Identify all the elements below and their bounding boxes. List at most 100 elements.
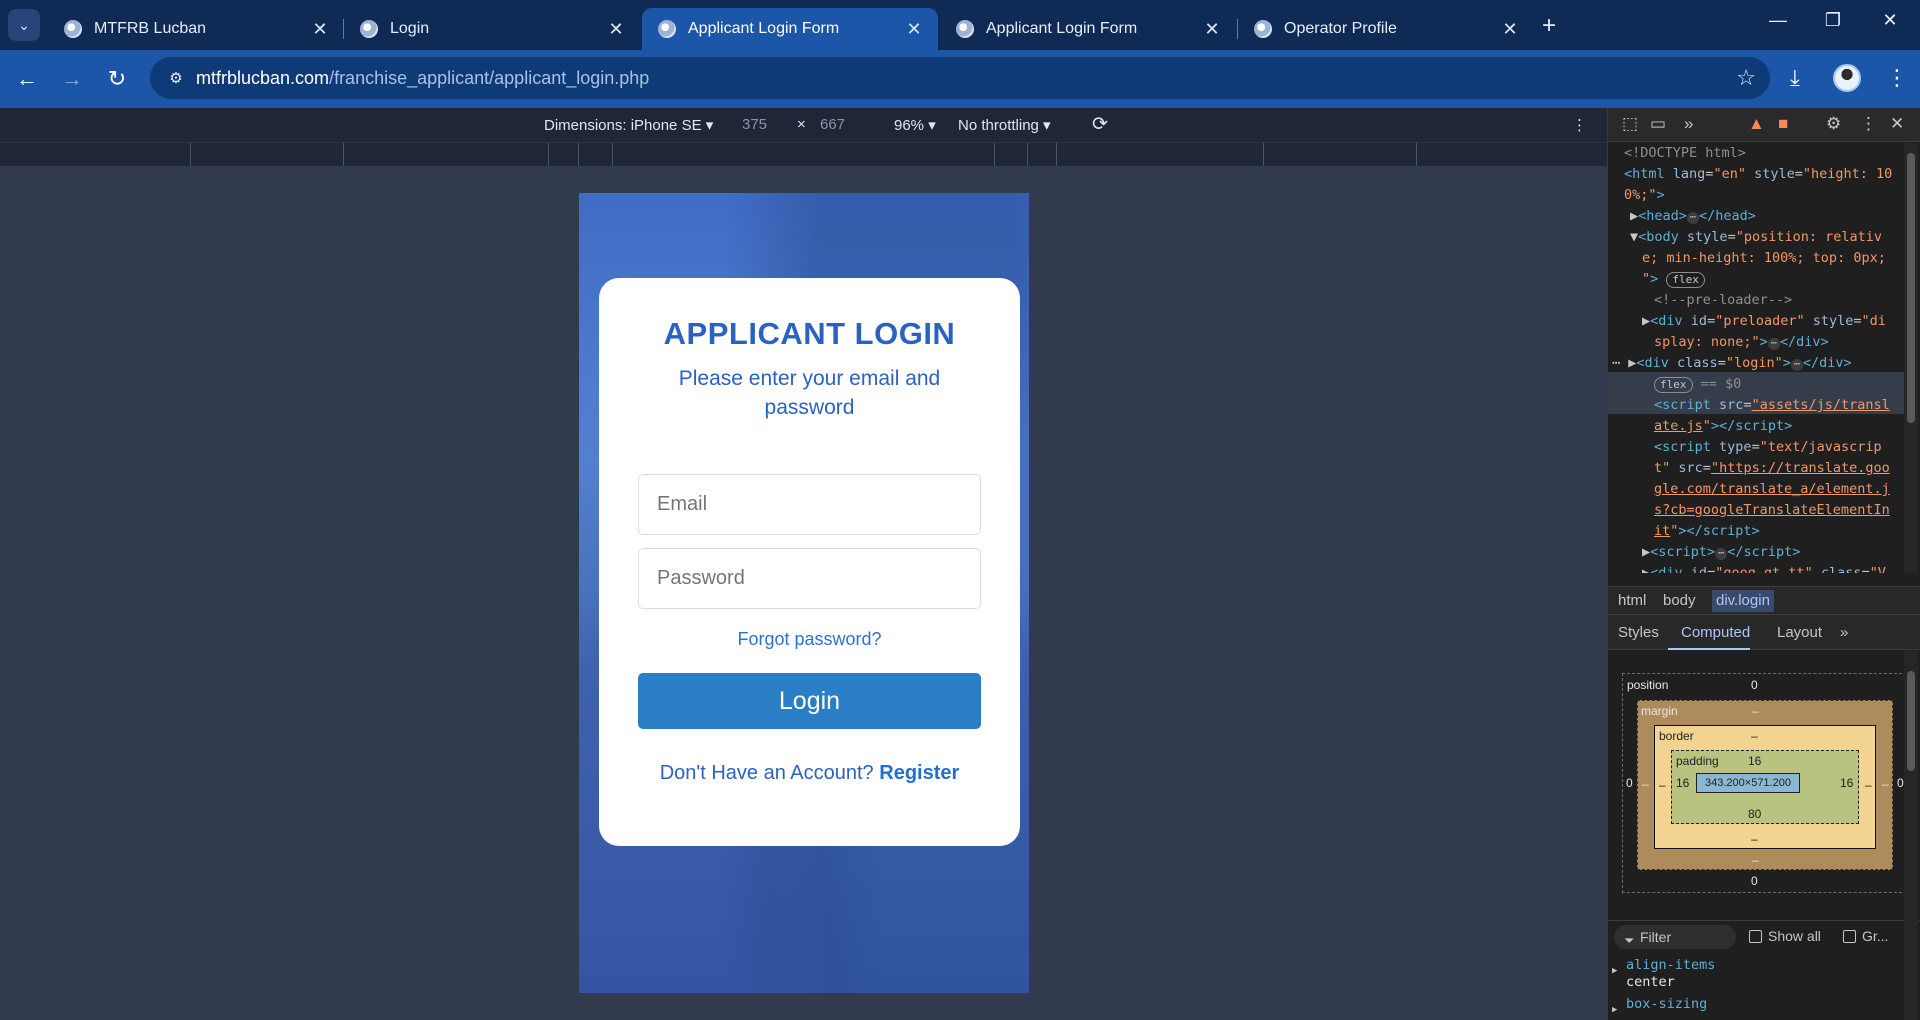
more-tabs-icon[interactable]: »: [1840, 624, 1848, 641]
padding-box: padding 16 80 16 16 343.200×571.200: [1671, 750, 1859, 824]
filter-funnel-icon: ⏷: [1624, 933, 1635, 948]
ruler-tick: [548, 143, 549, 167]
more-panels-icon[interactable]: »: [1684, 114, 1693, 134]
dom-line: <!DOCTYPE html>: [1624, 145, 1746, 161]
expand-triangle-icon[interactable]: ▶: [1612, 963, 1617, 980]
show-all-checkbox[interactable]: [1749, 930, 1762, 943]
tab-operator-profile[interactable]: Operator Profile ✕: [1238, 8, 1534, 50]
issues-icon[interactable]: ■: [1778, 114, 1788, 134]
tab-styles[interactable]: Styles: [1618, 624, 1659, 641]
close-tab-icon[interactable]: ✕: [602, 19, 630, 40]
device-height-input[interactable]: 667: [820, 116, 845, 133]
dom-line[interactable]: ▶<script> ⋯ </script>: [1642, 542, 1800, 563]
rotate-icon[interactable]: ⟳: [1092, 113, 1108, 136]
show-all-label: Show all: [1768, 928, 1821, 944]
ruler-tick: [1056, 143, 1057, 167]
tab-computed[interactable]: Computed: [1681, 624, 1750, 641]
margin-left: –: [1642, 777, 1649, 791]
group-checkbox[interactable]: [1843, 930, 1856, 943]
dom-line[interactable]: ▶<div id="goog-gt-tt" class="V: [1642, 563, 1886, 573]
devtools-menu-icon[interactable]: ⋮: [1860, 114, 1877, 134]
login-button[interactable]: Login: [638, 673, 981, 729]
scrollbar-thumb[interactable]: [1907, 153, 1915, 423]
padding-top: 16: [1748, 754, 1762, 768]
restore-icon[interactable]: ❐: [1813, 10, 1853, 31]
close-tab-icon[interactable]: ✕: [1198, 19, 1226, 40]
device-more-icon[interactable]: ⋮: [1572, 116, 1587, 134]
computed-prop-name[interactable]: align-items: [1626, 957, 1715, 974]
tab-login[interactable]: Login ✕: [344, 8, 640, 50]
dom-line[interactable]: <html lang="en" style="height: 10: [1624, 164, 1892, 185]
tab-title: Operator Profile: [1284, 20, 1397, 37]
device-select[interactable]: Dimensions: iPhone SE ▾: [544, 116, 713, 134]
breadcrumb-div-login[interactable]: div.login: [1712, 590, 1774, 612]
ruler-tick: [612, 143, 613, 167]
url-text[interactable]: mtfrblucban.com/franchise_applicant/appl…: [196, 68, 649, 89]
bookmark-star-icon[interactable]: ☆: [1736, 65, 1756, 91]
device-emulation-toolbar: Dimensions: iPhone SE ▾ 375 × 667 96% ▾ …: [0, 108, 1607, 142]
reload-icon[interactable]: ↻: [102, 64, 132, 94]
forgot-password-link[interactable]: Forgot password?: [599, 629, 1020, 650]
close-devtools-icon[interactable]: ✕: [1890, 114, 1904, 134]
device-toggle-icon[interactable]: ▭: [1650, 114, 1666, 134]
browser-tab-strip: ⌄ MTFRB Lucban ✕ Login ✕ Applicant Login…: [0, 0, 1920, 50]
dom-line: flex == $0: [1654, 374, 1741, 395]
minimize-icon[interactable]: —: [1758, 10, 1798, 31]
close-tab-icon[interactable]: ✕: [1496, 19, 1524, 40]
email-field[interactable]: [638, 474, 981, 535]
warning-icon[interactable]: ▲: [1748, 114, 1765, 134]
ruler-tick: [578, 143, 579, 167]
back-arrow-icon[interactable]: ←: [12, 64, 42, 94]
new-tab-plus-icon[interactable]: +: [1542, 12, 1556, 40]
close-tab-icon[interactable]: ✕: [306, 19, 334, 40]
tab-layout[interactable]: Layout: [1777, 624, 1822, 641]
close-window-icon[interactable]: ✕: [1870, 10, 1910, 31]
breadcrumb-body[interactable]: body: [1663, 592, 1696, 609]
dom-tree[interactable]: <!DOCTYPE html> <html lang="en" style="h…: [1608, 143, 1904, 573]
profile-avatar[interactable]: [1833, 64, 1861, 92]
dom-line[interactable]: ▶<div id="preloader" style="di: [1642, 311, 1886, 332]
more-menu-icon[interactable]: ⋮: [1886, 65, 1908, 91]
dom-line-selected[interactable]: ⋯ ▶<div class="login"> ⋯ </div>: [1612, 353, 1852, 374]
position-label: position: [1627, 678, 1669, 692]
settings-gear-icon[interactable]: ⚙: [1826, 114, 1841, 134]
computed-properties-list: ▶ align-items center ▶ box-sizing: [1608, 953, 1920, 1020]
forward-arrow-icon[interactable]: →: [57, 64, 87, 94]
element-breadcrumb: html body div.login: [1608, 586, 1920, 614]
tab-mtfrb-lucban[interactable]: MTFRB Lucban ✕: [48, 8, 344, 50]
dom-line: splay: none;"> ⋯ </div>: [1654, 334, 1829, 350]
margin-box: margin – – – – border – – – – padding 16…: [1637, 700, 1893, 870]
page-title: APPLICANT LOGIN: [663, 316, 956, 351]
throttling-select[interactable]: No throttling ▾: [958, 116, 1051, 134]
filter-input[interactable]: ⏷ Filter: [1614, 925, 1736, 949]
dom-line[interactable]: <script type="text/javascrip: [1654, 437, 1882, 458]
scrollbar-thumb[interactable]: [1907, 671, 1915, 771]
computed-prop-name[interactable]: box-sizing: [1626, 996, 1707, 1013]
padding-bottom: 80: [1748, 807, 1762, 821]
address-bar[interactable]: ⚙ mtfrblucban.com/franchise_applicant/ap…: [150, 57, 1770, 99]
register-link[interactable]: Register: [879, 762, 959, 784]
site-info-icon[interactable]: ⚙: [162, 64, 190, 92]
dom-line: <!--pre-loader-->: [1654, 292, 1793, 308]
download-icon[interactable]: ⤓: [1790, 65, 1800, 91]
breadcrumb-html[interactable]: html: [1618, 592, 1646, 609]
device-width-input[interactable]: 375: [742, 116, 767, 133]
dom-scrollbar[interactable]: [1904, 143, 1918, 573]
dom-line[interactable]: <script src="assets/js/transl: [1654, 395, 1890, 416]
dom-line[interactable]: ▼<body style="position: relativ: [1630, 227, 1882, 248]
styles-scrollbar[interactable]: [1904, 651, 1918, 1020]
tab-search-button[interactable]: ⌄: [8, 9, 40, 41]
tab-applicant-login-form-active[interactable]: Applicant Login Form ✕: [642, 8, 938, 50]
tab-applicant-login-form[interactable]: Applicant Login Form ✕: [940, 8, 1236, 50]
padding-right: 16: [1840, 776, 1854, 790]
margin-bottom: –: [1752, 853, 1759, 867]
dom-line[interactable]: ▶<head> ⋯ </head>: [1630, 206, 1756, 227]
zoom-select[interactable]: 96% ▾: [894, 116, 936, 134]
border-top: –: [1751, 729, 1758, 743]
expand-triangle-icon[interactable]: ▶: [1612, 1002, 1617, 1019]
url-host: mtfrblucban.com: [196, 68, 330, 88]
password-field[interactable]: [638, 548, 981, 609]
close-tab-icon[interactable]: ✕: [900, 19, 928, 40]
url-path: /franchise_applicant/applicant_login.php: [329, 68, 650, 88]
inspect-element-icon[interactable]: ⬚: [1622, 114, 1638, 134]
